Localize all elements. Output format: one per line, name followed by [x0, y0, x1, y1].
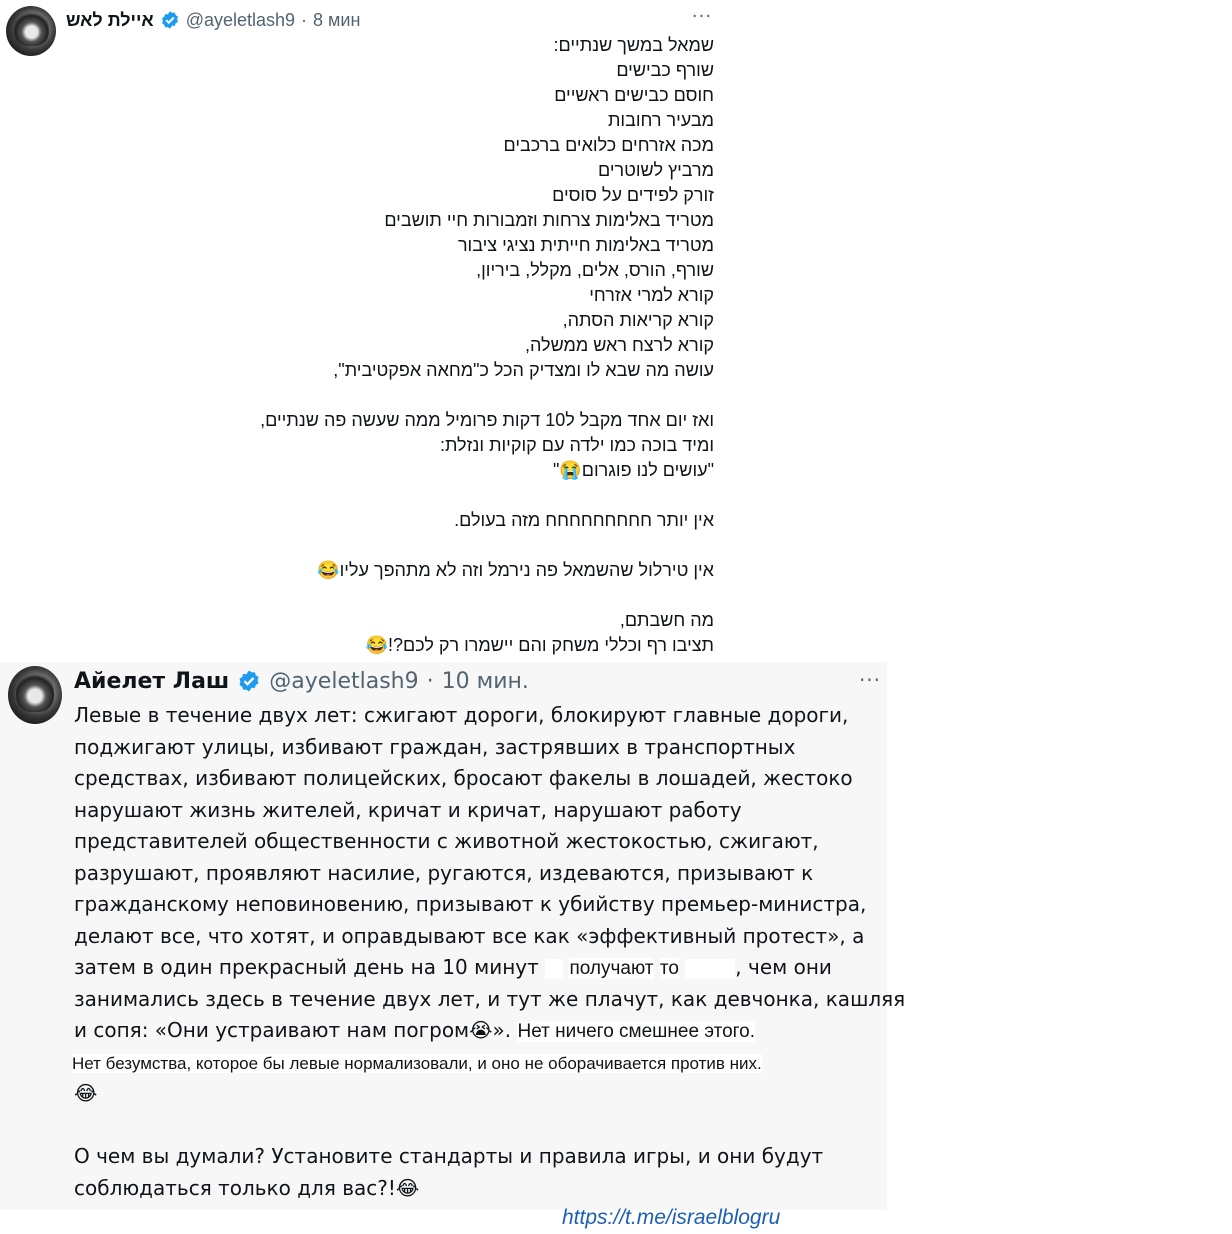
tweet-line: ומיד בוכה כמו ילדה עם קוקיות ונזלת:: [439, 435, 714, 455]
tweet-line: שמאל במשך שנתיים:: [553, 35, 714, 55]
author-handle[interactable]: @ayeletlash9: [186, 10, 295, 31]
tweet-line: מרביץ לשוטרים: [597, 160, 714, 180]
tweet-text-segment: , чем они: [735, 955, 832, 979]
tweet-text-segment: соблюдаться только для вас?!: [74, 1175, 396, 1200]
tweet-line: гражданскому неповиновению, призывают к …: [74, 892, 867, 916]
tweet-line: поджигают улицы, избивают граждан, застр…: [74, 734, 796, 759]
tweet-line: אין יותר חחחחחחחחח מזה בעולם.: [454, 510, 714, 530]
tweet-line: מטריד באלימות צרחות וזמבורות חיי תושבים: [384, 210, 714, 230]
tweet-line: אין טירלול שהשמאל פה נירמל וזה לא מתהפך …: [317, 560, 714, 580]
laughing-face-icon: 😂: [74, 1081, 98, 1105]
verified-badge-icon[interactable]: [160, 10, 180, 30]
tweet-line: תציבו רף וכללי משחק והם יישמרו רק לכם?!😂: [365, 635, 714, 655]
more-options-icon[interactable]: ···: [855, 670, 885, 692]
tweet-text: שמאל במשך שנתיים: שורף כבישים חוסם כבישי…: [200, 33, 714, 658]
author-handle[interactable]: @ayeletlash9: [269, 669, 418, 694]
edited-text-patch: получают: [569, 958, 654, 979]
blank-patch: [685, 958, 736, 979]
tweet-line: מה חשבתם,: [619, 610, 714, 630]
tweet-line: нарушают жизнь жителей, кричат и кричат,…: [74, 797, 742, 822]
tweet-header: איילת לאש @ayeletlash9 · 8 мин: [66, 8, 360, 32]
tweet-line: "עושים לנו פוגרום😭": [553, 460, 714, 480]
russian-tweet: Айелет Лаш @ayeletlash9 · 10 мин. ··· Ле…: [0, 662, 906, 1210]
tweet-line: и сопя: «Они устраивают нам погром😭». Не…: [74, 1015, 886, 1047]
tweet-line: разрушают, проявляют насилие, ругаются, …: [74, 860, 814, 885]
tweet-line: Нет безумства, которое бы левые нормализ…: [72, 1047, 886, 1079]
tweet-line: עושה מה שבא לו ומצדיק הכל כ"מחאה אפקטיבי…: [333, 360, 714, 380]
tweet-text-segment: ».: [492, 1018, 512, 1042]
tweet-line: קורא למרי אזרחי: [589, 285, 714, 305]
author-name[interactable]: Айелет Лаш: [74, 669, 229, 694]
tweet-line: занимались здесь в течение двух лет, и т…: [74, 986, 906, 1011]
tweet-text-segment: затем в один прекрасный день на 10 минут: [74, 955, 539, 979]
tweet-timestamp[interactable]: 8 мин: [313, 10, 360, 31]
tweet-line: затем в один прекрасный день на 10 минут…: [74, 952, 886, 984]
tweet-line: קורא לרצח ראש ממשלה,: [525, 335, 714, 355]
more-options-icon[interactable]: ···: [690, 8, 714, 26]
edited-text-patch: Нет безумства, которое бы левые нормализ…: [72, 1053, 762, 1073]
author-name[interactable]: איילת לאש: [66, 10, 154, 31]
blank-patch: [545, 958, 564, 979]
separator-dot: ·: [301, 9, 308, 30]
crying-face-icon: 😭: [469, 1018, 493, 1042]
tweet-line: חוסם כבישים ראשיים: [554, 85, 714, 105]
tweet-line: Левые в течение двух лет: сжигают дороги…: [74, 703, 849, 727]
avatar[interactable]: [6, 6, 56, 56]
hebrew-tweet: איילת לאש @ayeletlash9 · 8 мин ··· שמאל …: [0, 0, 730, 662]
tweet-line: מטריד באלימות חייתית נציגי ציבור: [457, 235, 714, 255]
tweet-line: זורק לפידים על סוסים: [552, 185, 714, 205]
laughing-face-icon: 😂: [395, 1175, 420, 1200]
tweet-text: Левые в течение двух лет: сжигают дороги…: [72, 700, 906, 1205]
tweet-header: Айелет Лаш @ayeletlash9 · 10 мин.: [74, 666, 529, 696]
separator-dot: ·: [426, 668, 434, 694]
tweet-line: שורף כבישים: [616, 60, 714, 80]
tweet-line: מבעיר רחובות: [607, 110, 714, 130]
telegram-channel-link[interactable]: https://t.me/israelblogru: [562, 1206, 780, 1230]
tweet-line: средствах, избивают полицейских, бросают…: [74, 766, 853, 790]
tweet-timestamp[interactable]: 10 мин.: [442, 669, 529, 694]
tweet-text-segment: и сопя: «Они устраивают нам погром: [74, 1018, 470, 1042]
tweet-line: שורף, הורס, אלים, מקלל, ביריון,: [476, 260, 714, 280]
tweet-line: делают все, что хотят, и оправдывают все…: [74, 923, 865, 948]
avatar[interactable]: [8, 666, 62, 724]
tweet-line: О чем вы думали? Установите стандарты и …: [74, 1144, 824, 1168]
tweet-line: представителей общественности с животной…: [74, 829, 819, 853]
tweet-line: 😂: [74, 1078, 886, 1110]
edited-text-patch: Нет ничего смешнее этого.: [517, 1021, 756, 1042]
verified-badge-icon[interactable]: [237, 669, 261, 693]
tweet-line: соблюдаться только для вас?!😂: [74, 1173, 886, 1205]
tweet-line: ואז יום אחד מקבל ל10 דקות פרומיל ממה שעש…: [260, 410, 714, 430]
tweet-line: קורא קריאות הסתה,: [562, 310, 714, 330]
edited-text-patch: то: [659, 958, 679, 979]
tweet-line: מכה אזרחים כלואים ברכבים: [503, 135, 714, 155]
